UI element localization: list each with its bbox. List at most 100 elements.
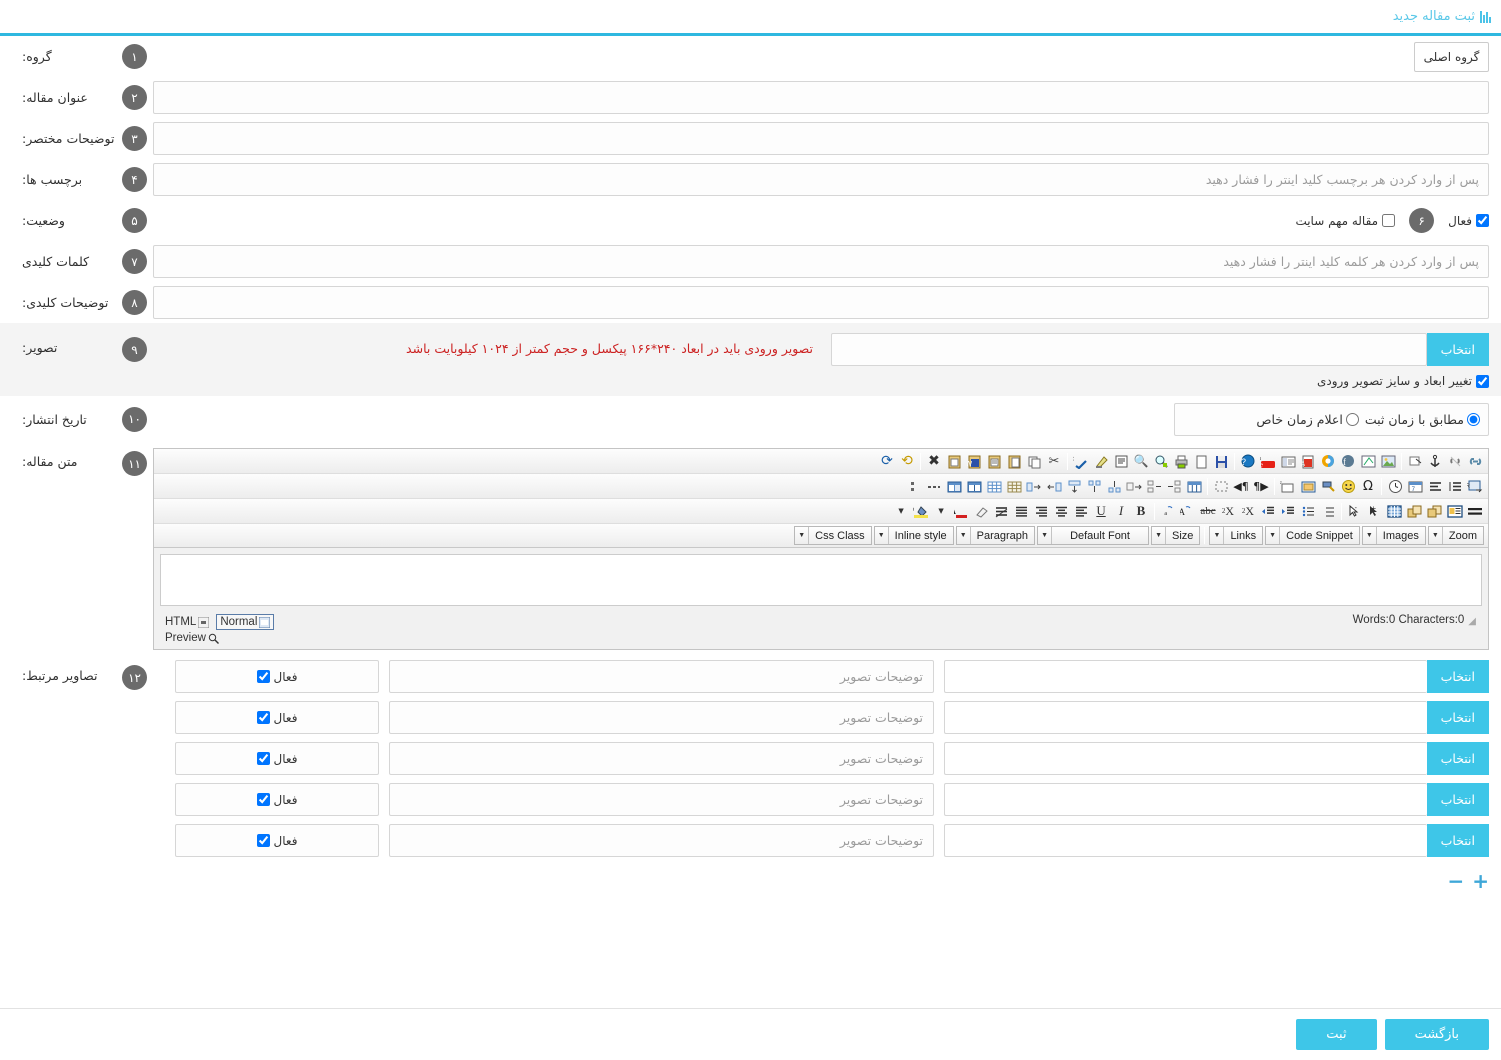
insert-col-before-icon[interactable] <box>1144 476 1164 496</box>
paste-word-icon[interactable]: W <box>964 451 984 471</box>
rtl-direction-icon[interactable]: ¶◀ <box>1231 476 1251 496</box>
align-center-icon[interactable] <box>1051 501 1071 521</box>
ltr-direction-icon[interactable]: ▶¶ <box>1251 476 1271 496</box>
media-player-icon[interactable] <box>1318 451 1338 471</box>
italic-icon[interactable]: I <box>1111 501 1131 521</box>
subscript-icon[interactable]: X2 <box>1218 501 1238 521</box>
dropdown-default-font[interactable]: ▼ Default Font <box>1037 526 1150 545</box>
text-wrap-icon[interactable] <box>1445 501 1465 521</box>
related-image-desc-input[interactable]: توضیحات تصویر <box>389 660 934 693</box>
related-image-active-checkbox[interactable] <box>256 711 270 724</box>
add-select-mode-icon[interactable]: + <box>1365 501 1385 521</box>
div-container-icon[interactable] <box>1298 476 1318 496</box>
replace-icon[interactable] <box>1151 451 1171 471</box>
add-related-image-button[interactable]: + <box>1472 871 1489 891</box>
image-pick-button[interactable]: انتخاب <box>1426 333 1489 366</box>
image-icon[interactable] <box>1378 451 1398 471</box>
paste-text-icon[interactable] <box>944 451 964 471</box>
editor-mode-normal[interactable]: Normal <box>216 614 275 630</box>
superscript-icon[interactable]: X2 <box>1238 501 1258 521</box>
list-properties-icon[interactable] <box>904 476 924 496</box>
align-right-icon[interactable] <box>1031 501 1051 521</box>
related-image-desc-input[interactable]: توضیحات تصویر <box>389 783 934 816</box>
clock-icon[interactable] <box>1385 476 1405 496</box>
table-properties-icon[interactable] <box>1184 476 1204 496</box>
help-icon[interactable]: ? <box>1238 451 1258 471</box>
text-color-arrow-icon[interactable]: ▼ <box>931 501 951 521</box>
merge-down-icon[interactable] <box>1064 476 1084 496</box>
text-highlight-color-icon[interactable]: ab <box>911 501 931 521</box>
dropdown-zoom[interactable]: ▼ Zoom <box>1427 526 1484 545</box>
justify-full-icon[interactable] <box>991 501 1011 521</box>
new-page-icon[interactable] <box>1191 451 1211 471</box>
page-break-icon[interactable] <box>1405 451 1425 471</box>
show-blocks-icon[interactable] <box>1211 476 1231 496</box>
calendar-icon[interactable]: 7 <box>1405 476 1425 496</box>
text-color-icon[interactable]: A <box>951 501 971 521</box>
insert-col-after-icon[interactable] <box>1164 476 1184 496</box>
split-horizontal-icon[interactable] <box>1104 476 1124 496</box>
smiley-icon[interactable] <box>1338 476 1358 496</box>
editor-content-area[interactable] <box>160 554 1482 606</box>
block-lines-icon[interactable] <box>1465 501 1485 521</box>
merge-left-icon[interactable] <box>1044 476 1064 496</box>
table-split-icon[interactable] <box>964 476 984 496</box>
related-image-path-input[interactable] <box>944 783 1427 816</box>
related-image-active-checkbox[interactable] <box>256 834 270 847</box>
special-char-icon[interactable]: Ω <box>1358 476 1378 496</box>
submit-button[interactable]: ثبت <box>1296 1019 1377 1050</box>
anchor-icon[interactable] <box>1425 451 1445 471</box>
decrease-font-icon[interactable]: aA <box>1178 501 1198 521</box>
paste-icon[interactable] <box>1004 451 1024 471</box>
paste-plain-icon[interactable] <box>984 451 1004 471</box>
outdent-icon[interactable] <box>1258 501 1278 521</box>
underline-icon[interactable]: U <box>1091 501 1111 521</box>
related-image-path-input[interactable] <box>944 701 1427 734</box>
related-image-pick-button[interactable]: انتخاب <box>1426 824 1489 857</box>
status-important-checkbox[interactable] <box>1382 214 1396 227</box>
insert-row-after-icon[interactable] <box>1124 476 1144 496</box>
image-resize-checkbox[interactable] <box>1476 374 1489 388</box>
text-highlight-color-arrow-icon[interactable]: ▼ <box>891 501 911 521</box>
eraser-icon[interactable] <box>971 501 991 521</box>
remove-format-icon[interactable] <box>1091 451 1111 471</box>
related-image-active-checkbox[interactable] <box>256 752 270 765</box>
related-image-desc-input[interactable]: توضیحات تصویر <box>389 742 934 775</box>
insert-html-icon[interactable]: xyz <box>1278 476 1298 496</box>
copy-icon[interactable] <box>1024 451 1044 471</box>
send-backward-icon[interactable] <box>1425 501 1445 521</box>
keyword-desc-input[interactable] <box>153 286 1489 319</box>
spellcheck-icon[interactable]: ABC <box>1071 451 1091 471</box>
table-insert-icon[interactable] <box>944 476 964 496</box>
related-image-desc-input[interactable]: توضیحات تصویر <box>389 824 934 857</box>
related-image-path-input[interactable] <box>944 660 1427 693</box>
dropdown-inline-style[interactable]: ▼ Inline style <box>873 526 954 545</box>
related-image-active-checkbox[interactable] <box>256 670 270 683</box>
short-desc-input[interactable] <box>153 122 1489 155</box>
template-icon[interactable] <box>1278 451 1298 471</box>
remove-related-image-button[interactable]: − <box>1447 871 1464 891</box>
related-image-pick-button[interactable]: انتخاب <box>1426 742 1489 775</box>
dropdown-paragraph[interactable]: ▼ Paragraph <box>955 526 1036 545</box>
image-path-input[interactable] <box>831 333 1427 366</box>
undo-icon[interactable]: ⟲ <box>897 451 917 471</box>
youtube-icon[interactable]: YouTube <box>1258 451 1278 471</box>
dropdown-size[interactable]: ▼ Size <box>1151 526 1201 545</box>
related-image-pick-button[interactable]: انتخاب <box>1426 660 1489 693</box>
align-justify-icon[interactable] <box>1011 501 1031 521</box>
status-active-checkbox[interactable] <box>1476 214 1489 227</box>
keywords-input[interactable] <box>153 245 1489 278</box>
strikethrough-icon[interactable]: abc <box>1198 501 1218 521</box>
publish-custom-radio[interactable] <box>1345 412 1359 426</box>
line-height-icon[interactable] <box>1445 476 1465 496</box>
editor-preview-button[interactable]: Preview <box>162 631 222 645</box>
table-grid-icon[interactable] <box>984 476 1004 496</box>
grid-toggle-icon[interactable] <box>1385 501 1405 521</box>
bulleted-list-icon[interactable] <box>1298 501 1318 521</box>
numbered-list-icon[interactable]: 123 <box>1318 501 1338 521</box>
save-icon[interactable] <box>1211 451 1231 471</box>
remove-icon[interactable]: ✖ <box>924 451 944 471</box>
select-mode-icon[interactable]: - <box>1345 501 1365 521</box>
justify-blocks-icon[interactable] <box>1425 476 1445 496</box>
dropdown-images[interactable]: ▼ Images <box>1361 526 1426 545</box>
